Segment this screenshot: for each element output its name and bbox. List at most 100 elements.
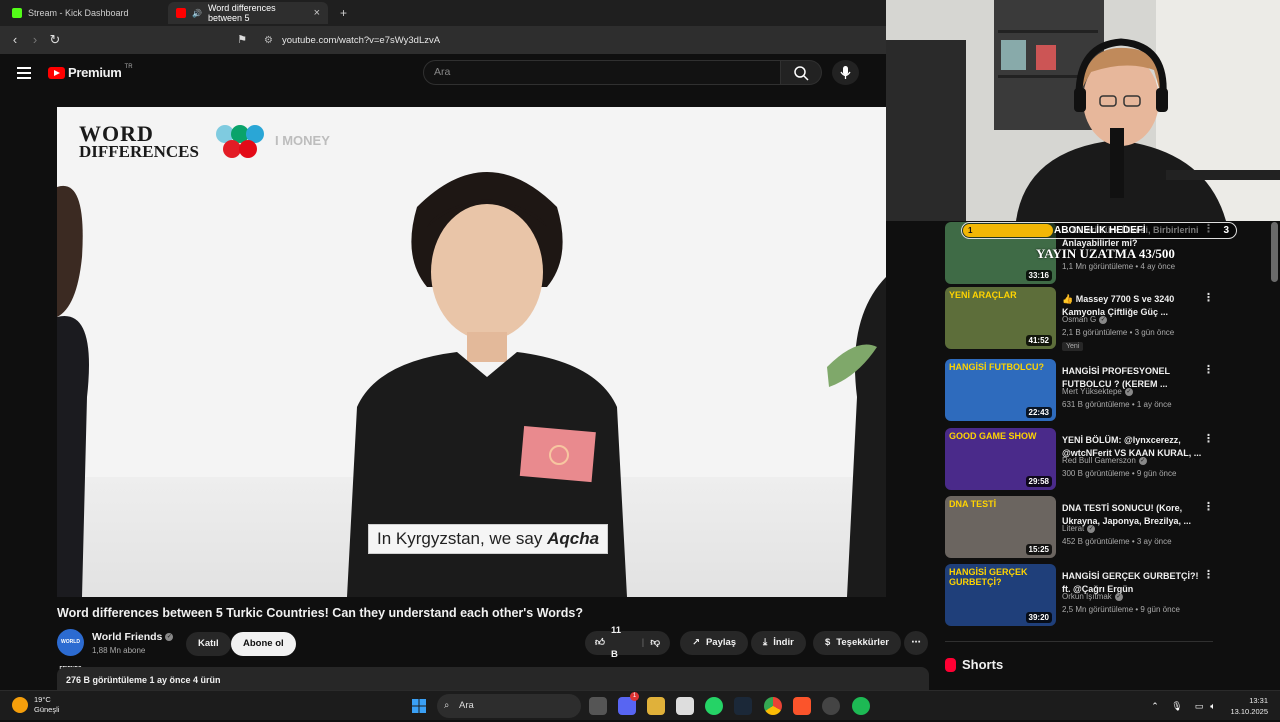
url-bar[interactable]: ⚙ youtube.com/watch?v=e7sWy3dLzvA bbox=[262, 32, 882, 49]
subtitle-word: Aqcha bbox=[547, 529, 600, 548]
video-title: Word differences between 5 Turkic Countr… bbox=[57, 606, 583, 620]
discord-icon[interactable]: 1 bbox=[618, 692, 639, 715]
rec-more-icon[interactable]: ⋮ bbox=[1203, 500, 1214, 513]
rec-more-icon[interactable]: ⋮ bbox=[1203, 291, 1214, 304]
new-tab-button[interactable]: + bbox=[332, 2, 352, 24]
browser-toolbar: ‹ › ↻ ⚑ ⚙ youtube.com/watch?v=e7sWy3dLzv… bbox=[0, 26, 886, 54]
right-person-figure bbox=[827, 277, 886, 597]
store-icon[interactable] bbox=[676, 697, 694, 715]
recommendation-item[interactable]: HANGİSİ FUTBOLCU? 22:43 HANGİSİ PROFESYO… bbox=[945, 359, 1215, 421]
recommendation-item[interactable]: GOOD GAME SHOW 29:58 YENİ BÖLÜM: @lynxce… bbox=[945, 428, 1215, 490]
spotify-icon[interactable] bbox=[852, 697, 870, 715]
rec-meta: 1,1 Mn görüntüleme • 4 ay önce bbox=[1062, 262, 1176, 271]
rec-channel[interactable]: Literat ✓ bbox=[1062, 524, 1096, 533]
share-button[interactable]: ↗ Paylaş bbox=[680, 631, 749, 655]
menu-icon[interactable] bbox=[17, 67, 31, 79]
video-player[interactable]: WORD DIFFERENCES I MONEY In Kyrgyzstan, … bbox=[57, 107, 886, 597]
rec-thumbnail[interactable]: YENİ ARAÇLAR 41:52 bbox=[945, 287, 1056, 349]
thumb-text: HANGİSİ GERÇEK GURBETÇİ? bbox=[949, 567, 1028, 587]
money-label: I MONEY bbox=[275, 133, 330, 148]
rec-duration: 15:25 bbox=[1025, 544, 1052, 555]
rec-thumbnail[interactable]: HANGİSİ GERÇEK GURBETÇİ? 39:20 bbox=[945, 564, 1056, 626]
task-view-icon[interactable] bbox=[589, 697, 607, 715]
volume-icon[interactable]: 🔈︎ bbox=[1204, 697, 1222, 715]
rec-thumbnail[interactable]: GOOD GAME SHOW 29:58 bbox=[945, 428, 1056, 490]
recommendation-item[interactable]: DNA TESTİ 15:25 DNA TESTİ SONUCU! (Kore,… bbox=[945, 496, 1215, 558]
recommendation-item[interactable]: YENİ ARAÇLAR 41:52 👍 Massey 7700 S ve 32… bbox=[945, 287, 1215, 351]
verified-icon: ✓ bbox=[1087, 524, 1096, 533]
rec-more-icon[interactable]: ⋮ bbox=[1203, 432, 1214, 445]
rec-meta: 2,5 Mn görüntüleme • 9 gün önce bbox=[1062, 605, 1180, 614]
rec-channel[interactable]: Red Bull Gamerszon ✓ bbox=[1062, 456, 1147, 465]
clock-time: 13:31 bbox=[1249, 696, 1268, 705]
rec-channel[interactable]: Mert Yüksektepe ✓ bbox=[1062, 387, 1133, 396]
rec-more-icon[interactable]: ⋮ bbox=[1203, 568, 1214, 581]
rec-channel-name: Orkun Işıtmak bbox=[1062, 592, 1112, 601]
rec-duration: 22:43 bbox=[1025, 407, 1052, 418]
more-actions-button[interactable]: ⋯ bbox=[904, 631, 928, 655]
rec-thumbnail[interactable]: HANGİSİ FUTBOLCU? 22:43 bbox=[945, 359, 1056, 421]
taskbar-search[interactable]: ⌕ Ara bbox=[437, 694, 581, 718]
thanks-button[interactable]: $ Teşekkürler bbox=[813, 631, 901, 655]
system-clock[interactable]: 13:31 13.10.2025 bbox=[1230, 695, 1268, 717]
rec-duration: 33:16 bbox=[1025, 270, 1052, 281]
goal-label: ABONELİK HEDEFİ bbox=[1054, 225, 1146, 236]
thumbs-up-icon[interactable]: 👍︎ bbox=[595, 631, 605, 655]
brave-icon[interactable] bbox=[793, 697, 811, 715]
channel-avatar[interactable]: WORLD FRIENDS bbox=[57, 629, 84, 672]
back-icon[interactable]: ‹ bbox=[7, 32, 23, 48]
chrome-icon[interactable] bbox=[764, 697, 782, 715]
join-button[interactable]: Katıl bbox=[186, 632, 231, 656]
voice-search-button[interactable] bbox=[832, 60, 859, 85]
steam-icon[interactable] bbox=[734, 697, 752, 715]
streamer-webcam-image bbox=[886, 0, 1280, 221]
youtube-logo[interactable]: Premium TR bbox=[48, 64, 133, 80]
rec-channel-name: Osman G bbox=[1062, 315, 1097, 324]
channel-name[interactable]: World Friends ✓ bbox=[92, 631, 174, 643]
logo-text: Premium bbox=[68, 65, 122, 80]
description-box[interactable]: 276 B görüntüleme 1 ay önce 4 ürün bbox=[57, 667, 929, 690]
obs-icon[interactable] bbox=[822, 697, 840, 715]
weather-desc: Güneşli bbox=[34, 705, 60, 714]
thumbs-down-icon[interactable]: 👎︎ bbox=[650, 631, 660, 655]
download-icon: ⤓ bbox=[763, 637, 768, 648]
tab-youtube-video[interactable]: 🔊 Word differences between 5 × bbox=[168, 2, 328, 24]
share-label: Paylaş bbox=[705, 637, 737, 648]
rec-channel-name: Literat bbox=[1062, 524, 1085, 533]
like-count[interactable]: 11 B bbox=[611, 619, 630, 667]
thanks-label: Teşekkürler bbox=[836, 637, 889, 648]
subscribe-button[interactable]: Abone ol bbox=[231, 632, 296, 656]
goal-progress-bar bbox=[963, 224, 1053, 237]
kick-icon bbox=[12, 8, 22, 18]
search-button[interactable] bbox=[781, 60, 822, 85]
thumb-text: HANGİSİ FUTBOLCU? bbox=[949, 362, 1044, 372]
bookmark-icon[interactable]: ⚑ bbox=[234, 32, 250, 48]
weather-widget[interactable]: 19°C Güneşli bbox=[12, 695, 59, 715]
rec-channel[interactable]: Osman G ✓ bbox=[1062, 315, 1108, 324]
download-button[interactable]: ⤓ İndir bbox=[751, 631, 806, 655]
forward-icon[interactable]: › bbox=[27, 32, 43, 48]
file-explorer-icon[interactable] bbox=[647, 697, 665, 715]
rec-more-icon[interactable]: ⋮ bbox=[1203, 363, 1214, 376]
tab-kick-dashboard[interactable]: Stream - Kick Dashboard bbox=[4, 2, 164, 24]
weather-temp: 19°C bbox=[34, 695, 51, 704]
join-label: Katıl bbox=[198, 638, 219, 649]
verified-icon: ✓ bbox=[1138, 456, 1147, 465]
word-differences-brand: WORD DIFFERENCES bbox=[79, 123, 199, 160]
reload-icon[interactable]: ↻ bbox=[47, 32, 63, 48]
scrollbar[interactable] bbox=[1271, 222, 1278, 282]
search-icon: ⌕ bbox=[444, 700, 450, 711]
thanks-icon: $ bbox=[825, 637, 831, 648]
whatsapp-icon[interactable] bbox=[705, 697, 723, 715]
rec-thumbnail[interactable]: DNA TESTİ 15:25 bbox=[945, 496, 1056, 558]
site-settings-icon[interactable]: ⚙ bbox=[264, 32, 273, 49]
chevron-up-icon[interactable]: ⌃ bbox=[1146, 697, 1164, 715]
url-text: youtube.com/watch?v=e7sWy3dLzvA bbox=[282, 35, 441, 46]
close-tab-icon[interactable]: × bbox=[314, 7, 320, 19]
recommendation-item[interactable]: HANGİSİ GERÇEK GURBETÇİ? 39:20 HANGİSİ G… bbox=[945, 564, 1215, 626]
windows-start-icon[interactable] bbox=[410, 697, 428, 715]
rec-channel[interactable]: Orkun Işıtmak ✓ bbox=[1062, 592, 1123, 601]
microphone-tray-icon[interactable]: 🎙︎ bbox=[1168, 697, 1186, 715]
search-input[interactable]: Ara bbox=[423, 60, 781, 85]
shorts-label: Shorts bbox=[962, 657, 1004, 672]
